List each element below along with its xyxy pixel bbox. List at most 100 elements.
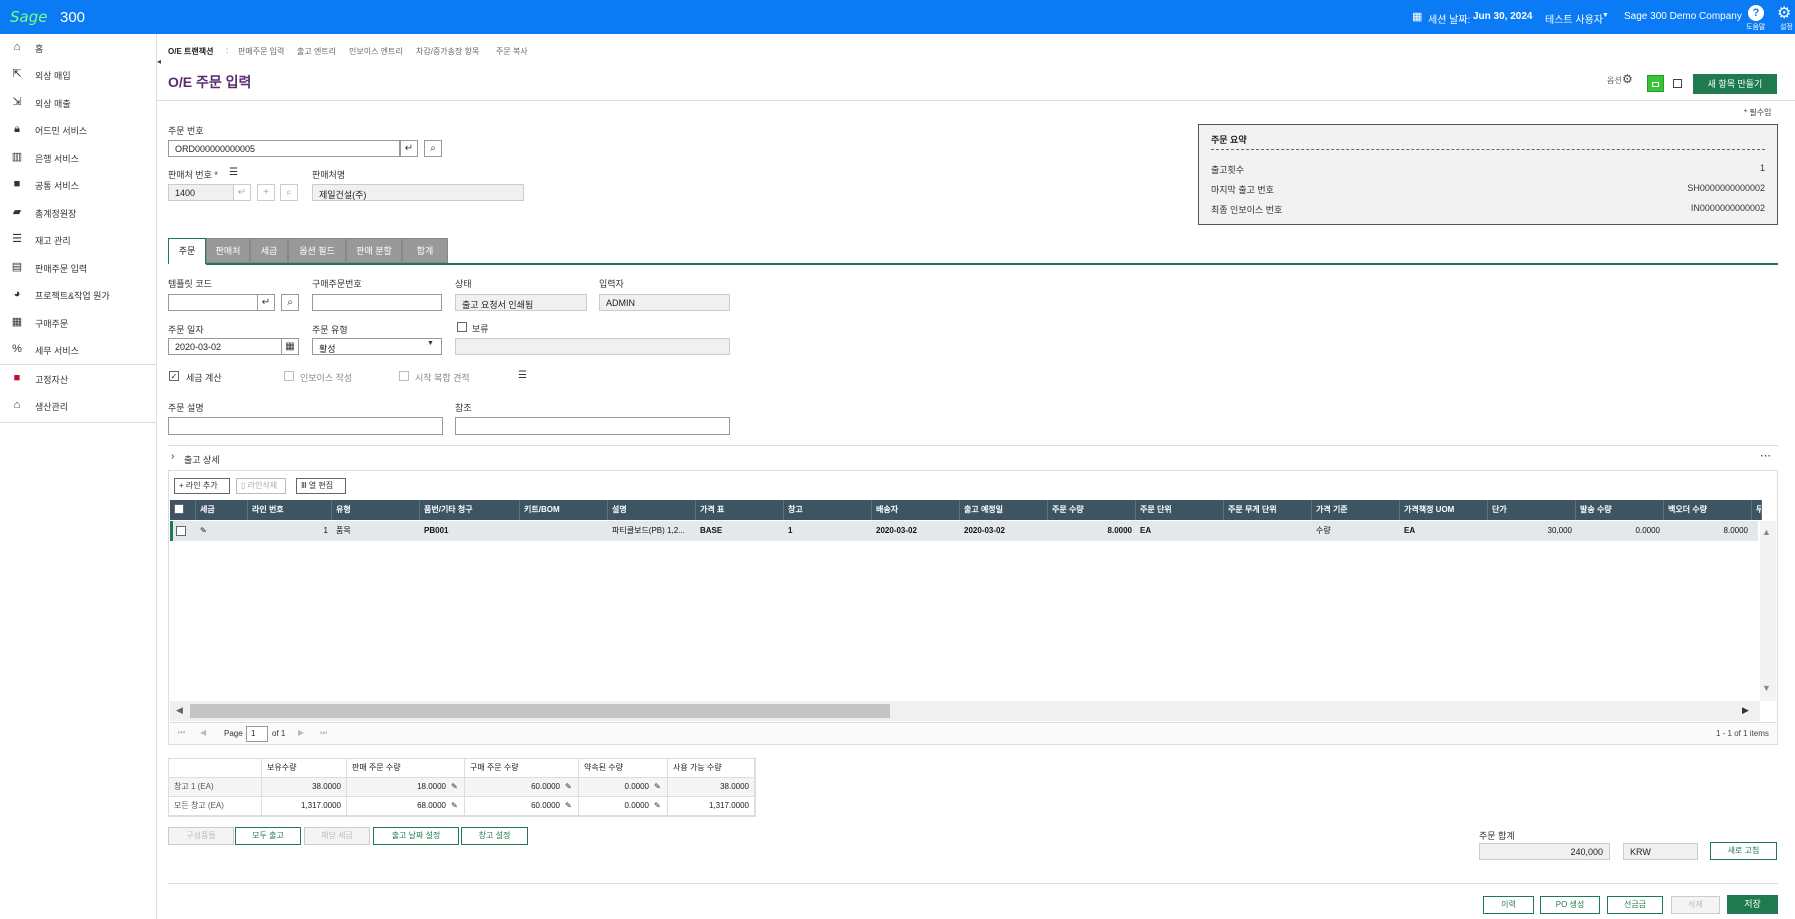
tab-customer[interactable]: 판매처 (206, 238, 250, 263)
tab-sales-split[interactable]: 판매 분할 (346, 238, 402, 263)
edit-pencil-icon[interactable]: ✎ (565, 778, 579, 797)
tab-optional-fields[interactable]: 옵션 필드 (288, 238, 346, 263)
chevron-right-icon[interactable]: › (171, 451, 174, 462)
vertical-scrollbar[interactable] (1760, 521, 1776, 701)
grid-header[interactable]: 키트/BOM (520, 500, 608, 520)
more-icon[interactable]: ⋯ (1760, 449, 1771, 462)
chevron-down-icon[interactable]: ▼ (427, 340, 434, 347)
edit-pencil-icon[interactable]: ✎ (565, 797, 579, 816)
window-icon[interactable] (1673, 79, 1682, 88)
scroll-left-icon[interactable]: ◀ (176, 705, 183, 716)
grid-header[interactable]: 주문 무게 단위 (1224, 500, 1312, 520)
sidebar-item-payables[interactable]: ⇱ 외상 매입 (0, 61, 157, 87)
edit-pencil-icon[interactable]: ✎ (654, 778, 668, 797)
delete-button[interactable]: 삭제 (1671, 896, 1720, 914)
order-number-input[interactable]: ORD000000000005 (168, 140, 400, 157)
sidebar-item-purchase-orders[interactable]: ▦ 구매주문 (0, 309, 157, 335)
new-item-button[interactable]: 새 항목 만들기 (1693, 74, 1777, 94)
page-number-input[interactable]: 1 (246, 726, 268, 742)
grid-header[interactable]: 배송자 (872, 500, 960, 520)
enter-icon[interactable]: ↵ (400, 140, 418, 157)
gear-icon[interactable]: ⚙ (1777, 3, 1791, 23)
sidebar-item-gl[interactable]: ▰ 총계정원장 (0, 199, 157, 225)
multi-quote-checkbox[interactable] (399, 371, 409, 381)
history-button[interactable]: 이력 (1483, 896, 1534, 914)
grid-header[interactable]: 주문 단위 (1136, 500, 1224, 520)
order-type-select[interactable]: 활성 (312, 338, 442, 355)
scroll-up-icon[interactable]: ▲ (1762, 527, 1771, 537)
sidebar-item-production[interactable]: ⌂ 생산관리 (0, 392, 157, 418)
tax-button[interactable]: 해당 세금 (304, 827, 370, 845)
prev-page-icon[interactable]: ◀ (200, 728, 206, 737)
grid-header[interactable]: 품번/기타 청구 (420, 500, 520, 520)
shipment-detail-title[interactable]: 출고 상세 (184, 453, 220, 466)
edit-columns-button[interactable]: Ⅲ 열 편집 (296, 478, 346, 494)
list-icon[interactable]: ☰ (518, 370, 527, 381)
collapse-sidebar-icon[interactable]: ◂ (157, 57, 161, 66)
grid-header[interactable]: 발송 수량 (1576, 500, 1664, 520)
grid-header[interactable]: 무 (1752, 500, 1762, 520)
summary-value[interactable]: IN0000000000002 (1691, 203, 1765, 213)
grid-header[interactable]: 창고 (784, 500, 872, 520)
chevron-down-icon[interactable]: ▼ (1602, 12, 1609, 19)
grid-header-select[interactable] (170, 500, 196, 520)
edit-pencil-icon[interactable]: ✎ (654, 797, 668, 816)
sidebar-item-admin[interactable]: 🔒︎ 어드민 서비스 (0, 116, 157, 142)
last-page-icon[interactable]: ⏭ (320, 728, 327, 738)
sidebar-item-common[interactable]: ■ 공통 서비스 (0, 171, 157, 197)
set-ship-date-button[interactable]: 출고 날짜 설정 (373, 827, 459, 845)
create-invoice-checkbox[interactable] (284, 371, 294, 381)
order-date-input[interactable]: 2020-03-02 (168, 338, 282, 355)
view-toggle-green[interactable] (1647, 75, 1664, 92)
sidebar-item-inventory[interactable]: ☰ 재고 관리 (0, 226, 157, 252)
ship-all-button[interactable]: 모두 출고 (235, 827, 301, 845)
set-location-button[interactable]: 창고 설정 (461, 827, 528, 845)
user-menu[interactable]: 테스트 사용자 (1545, 11, 1603, 26)
edit-pencil-icon[interactable]: ✎ (196, 522, 248, 540)
grid-header[interactable]: 주문 수량 (1048, 500, 1136, 520)
prepayment-button[interactable]: 선금금 (1607, 896, 1663, 914)
tax-calc-checkbox[interactable]: ✓ (169, 371, 179, 381)
grid-header[interactable]: 가격책정 UOM (1400, 500, 1488, 520)
customer-number-input[interactable]: 1400 (168, 184, 234, 201)
grid-header[interactable]: 출고 예정일 (960, 500, 1048, 520)
po-number-input[interactable] (312, 294, 442, 311)
enter-icon[interactable]: ↵ (257, 294, 275, 311)
scroll-down-icon[interactable]: ▼ (1762, 683, 1771, 693)
row-checkbox[interactable] (176, 526, 186, 536)
breadcrumb-link-copy-order[interactable]: 주문 복사 (496, 46, 528, 57)
grid-header[interactable]: 단가 (1488, 500, 1576, 520)
breadcrumb-link-invoice[interactable]: 인보이스 엔트리 (349, 46, 403, 57)
edit-pencil-icon[interactable]: ✎ (451, 797, 465, 816)
search-icon[interactable]: ⌕ (281, 294, 299, 311)
grid-header[interactable]: 유형 (332, 500, 420, 520)
options-label[interactable]: 옵션 (1607, 75, 1622, 86)
search-icon[interactable]: ⌕ (424, 140, 442, 157)
reference-input[interactable] (455, 417, 730, 435)
add-line-button[interactable]: + 라인 추가 (174, 478, 230, 494)
sidebar-item-bank[interactable]: ▥ 은행 서비스 (0, 144, 157, 170)
hold-checkbox[interactable] (457, 322, 467, 332)
gear-icon[interactable]: ⚙ (1622, 72, 1633, 86)
grid-header[interactable]: 설명 (608, 500, 696, 520)
tab-totals[interactable]: 합계 (402, 238, 448, 263)
sidebar-item-home[interactable]: ⌂ 홈 (0, 34, 157, 60)
first-page-icon[interactable]: ⏮ (178, 728, 185, 738)
select-all-checkbox[interactable] (174, 504, 184, 514)
add-icon[interactable]: + (257, 184, 275, 201)
sidebar-item-project-costing[interactable]: ◕ 프로젝트&작업 원가 (0, 281, 157, 307)
template-code-input[interactable] (168, 294, 258, 311)
breadcrumb-link-shipment[interactable]: 출고 엔트리 (297, 46, 336, 57)
grid-header[interactable]: 가격 표 (696, 500, 784, 520)
list-icon[interactable]: ☰ (229, 167, 238, 178)
company-name[interactable]: Sage 300 Demo Company (1624, 11, 1742, 22)
create-po-button[interactable]: PO 생성 (1540, 896, 1600, 914)
summary-value[interactable]: SH0000000000002 (1687, 183, 1765, 193)
tab-taxes[interactable]: 세금 (250, 238, 288, 263)
scrollbar-thumb[interactable] (190, 704, 890, 718)
breadcrumb-link-order-entry[interactable]: 판매주문 입력 (238, 46, 284, 57)
session-date[interactable]: Jun 30, 2024 (1473, 11, 1532, 22)
scroll-right-icon[interactable]: ▶ (1742, 705, 1749, 716)
search-icon[interactable]: ⌕ (280, 184, 298, 201)
breadcrumb-link-credit-debit[interactable]: 차감/증가송장 항목 (416, 46, 479, 57)
